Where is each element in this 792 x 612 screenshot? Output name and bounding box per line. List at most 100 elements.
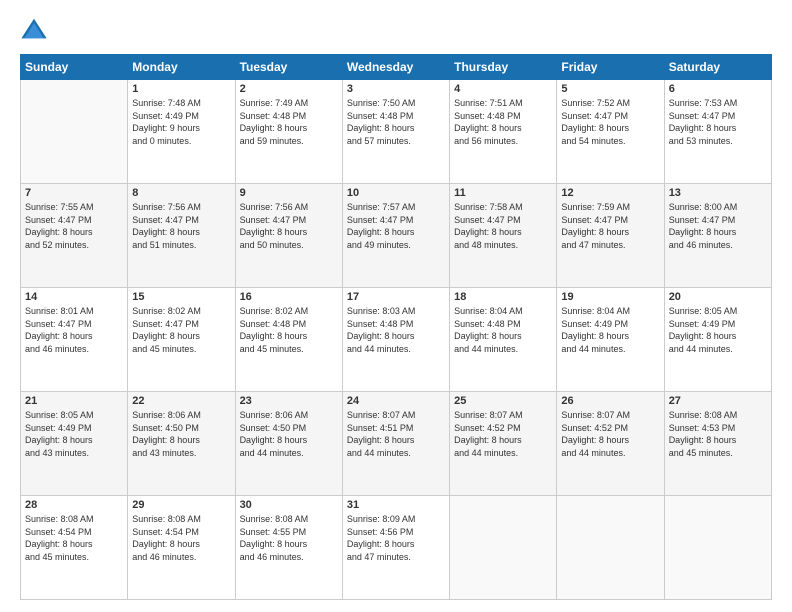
day-number: 31 <box>347 499 445 511</box>
calendar-cell <box>557 496 664 600</box>
calendar-header-sunday: Sunday <box>21 55 128 80</box>
day-info: Sunrise: 7:56 AM Sunset: 4:47 PM Dayligh… <box>132 201 230 251</box>
calendar-week-row: 14 Sunrise: 8:01 AM Sunset: 4:47 PM Dayli… <box>21 288 772 392</box>
calendar-header-thursday: Thursday <box>450 55 557 80</box>
calendar-header-row: SundayMondayTuesdayWednesdayThursdayFrid… <box>21 55 772 80</box>
calendar-cell: 25Sunrise: 8:07 AM Sunset: 4:52 PM Dayli… <box>450 392 557 496</box>
day-number: 3 <box>347 83 445 95</box>
day-number: 12 <box>561 187 659 199</box>
day-info: Sunrise: 8:07 AM Sunset: 4:51 PM Dayligh… <box>347 409 445 459</box>
day-info: Sunrise: 8:08 AM Sunset: 4:55 PM Dayligh… <box>240 513 338 563</box>
calendar-cell <box>664 496 771 600</box>
calendar-week-row: 1Sunrise: 7:48 AM Sunset: 4:49 PM Daylig… <box>21 80 772 184</box>
day-number: 10 <box>347 187 445 199</box>
day-info: Sunrise: 8:06 AM Sunset: 4:50 PM Dayligh… <box>240 409 338 459</box>
day-info: Sunrise: 8:08 AM Sunset: 4:54 PM Dayligh… <box>25 513 123 563</box>
calendar-cell: 15 Sunrise: 8:02 AM Sunset: 4:47 PM Dayli… <box>128 288 235 392</box>
calendar-cell: 6 Sunrise: 7:53 AM Sunset: 4:47 PM Daylig… <box>664 80 771 184</box>
day-number: 20 <box>669 291 767 303</box>
calendar-cell: 21Sunrise: 8:05 AM Sunset: 4:49 PM Dayli… <box>21 392 128 496</box>
day-number: 22 <box>132 395 230 407</box>
calendar-cell: 17 Sunrise: 8:03 AM Sunset: 4:48 PM Dayli… <box>342 288 449 392</box>
day-number: 11 <box>454 187 552 199</box>
day-info: Sunrise: 8:03 AM Sunset: 4:48 PM Dayligh… <box>347 305 445 355</box>
calendar-cell: 22 Sunrise: 8:06 AM Sunset: 4:50 PM Dayli… <box>128 392 235 496</box>
calendar-cell: 16Sunrise: 8:02 AM Sunset: 4:48 PM Dayli… <box>235 288 342 392</box>
day-info: Sunrise: 7:56 AM Sunset: 4:47 PM Dayligh… <box>240 201 338 251</box>
calendar-header-saturday: Saturday <box>664 55 771 80</box>
calendar-cell: 31 Sunrise: 8:09 AM Sunset: 4:56 PM Dayli… <box>342 496 449 600</box>
page: SundayMondayTuesdayWednesdayThursdayFrid… <box>0 0 792 612</box>
calendar-cell: 2Sunrise: 7:49 AM Sunset: 4:48 PM Daylig… <box>235 80 342 184</box>
day-number: 26 <box>561 395 659 407</box>
logo-icon <box>20 16 48 44</box>
day-number: 7 <box>25 187 123 199</box>
calendar-cell: 8 Sunrise: 7:56 AM Sunset: 4:47 PM Daylig… <box>128 184 235 288</box>
day-info: Sunrise: 8:05 AM Sunset: 4:49 PM Dayligh… <box>25 409 123 459</box>
day-info: Sunrise: 8:09 AM Sunset: 4:56 PM Dayligh… <box>347 513 445 563</box>
day-number: 8 <box>132 187 230 199</box>
day-number: 16 <box>240 291 338 303</box>
day-info: Sunrise: 8:05 AM Sunset: 4:49 PM Dayligh… <box>669 305 767 355</box>
day-info: Sunrise: 7:58 AM Sunset: 4:47 PM Dayligh… <box>454 201 552 251</box>
calendar-week-row: 7 Sunrise: 7:55 AM Sunset: 4:47 PM Daylig… <box>21 184 772 288</box>
calendar-cell: 7 Sunrise: 7:55 AM Sunset: 4:47 PM Daylig… <box>21 184 128 288</box>
day-info: Sunrise: 7:51 AM Sunset: 4:48 PM Dayligh… <box>454 97 552 147</box>
calendar-cell: 5 Sunrise: 7:52 AM Sunset: 4:47 PM Daylig… <box>557 80 664 184</box>
calendar-cell: 13 Sunrise: 8:00 AM Sunset: 4:47 PM Dayli… <box>664 184 771 288</box>
day-number: 9 <box>240 187 338 199</box>
day-info: Sunrise: 8:07 AM Sunset: 4:52 PM Dayligh… <box>561 409 659 459</box>
calendar-cell: 29 Sunrise: 8:08 AM Sunset: 4:54 PM Dayli… <box>128 496 235 600</box>
day-info: Sunrise: 8:08 AM Sunset: 4:53 PM Dayligh… <box>669 409 767 459</box>
day-info: Sunrise: 8:00 AM Sunset: 4:47 PM Dayligh… <box>669 201 767 251</box>
day-info: Sunrise: 8:02 AM Sunset: 4:47 PM Dayligh… <box>132 305 230 355</box>
day-number: 30 <box>240 499 338 511</box>
calendar-cell: 14 Sunrise: 8:01 AM Sunset: 4:47 PM Dayli… <box>21 288 128 392</box>
day-info: Sunrise: 8:08 AM Sunset: 4:54 PM Dayligh… <box>132 513 230 563</box>
day-number: 4 <box>454 83 552 95</box>
day-info: Sunrise: 7:59 AM Sunset: 4:47 PM Dayligh… <box>561 201 659 251</box>
calendar-cell: 28 Sunrise: 8:08 AM Sunset: 4:54 PM Dayli… <box>21 496 128 600</box>
day-number: 24 <box>347 395 445 407</box>
day-number: 14 <box>25 291 123 303</box>
calendar-cell: 24 Sunrise: 8:07 AM Sunset: 4:51 PM Dayli… <box>342 392 449 496</box>
calendar-week-row: 21Sunrise: 8:05 AM Sunset: 4:49 PM Dayli… <box>21 392 772 496</box>
calendar-header-tuesday: Tuesday <box>235 55 342 80</box>
calendar-cell: 1Sunrise: 7:48 AM Sunset: 4:49 PM Daylig… <box>128 80 235 184</box>
calendar-cell: 18 Sunrise: 8:04 AM Sunset: 4:48 PM Dayli… <box>450 288 557 392</box>
calendar-cell <box>21 80 128 184</box>
day-number: 28 <box>25 499 123 511</box>
day-number: 6 <box>669 83 767 95</box>
day-number: 29 <box>132 499 230 511</box>
day-number: 17 <box>347 291 445 303</box>
day-info: Sunrise: 7:50 AM Sunset: 4:48 PM Dayligh… <box>347 97 445 147</box>
calendar-cell: 9 Sunrise: 7:56 AM Sunset: 4:47 PM Daylig… <box>235 184 342 288</box>
day-info: Sunrise: 8:04 AM Sunset: 4:48 PM Dayligh… <box>454 305 552 355</box>
calendar-cell: 27Sunrise: 8:08 AM Sunset: 4:53 PM Dayli… <box>664 392 771 496</box>
day-info: Sunrise: 8:04 AM Sunset: 4:49 PM Dayligh… <box>561 305 659 355</box>
calendar-header-monday: Monday <box>128 55 235 80</box>
header <box>20 16 772 44</box>
day-number: 19 <box>561 291 659 303</box>
calendar-cell: 12 Sunrise: 7:59 AM Sunset: 4:47 PM Dayli… <box>557 184 664 288</box>
day-number: 15 <box>132 291 230 303</box>
day-number: 5 <box>561 83 659 95</box>
calendar-cell: 19 Sunrise: 8:04 AM Sunset: 4:49 PM Dayli… <box>557 288 664 392</box>
calendar-header-friday: Friday <box>557 55 664 80</box>
calendar-table: SundayMondayTuesdayWednesdayThursdayFrid… <box>20 54 772 600</box>
logo <box>20 16 52 44</box>
day-info: Sunrise: 7:53 AM Sunset: 4:47 PM Dayligh… <box>669 97 767 147</box>
day-info: Sunrise: 7:55 AM Sunset: 4:47 PM Dayligh… <box>25 201 123 251</box>
day-number: 25 <box>454 395 552 407</box>
calendar-cell: 30 Sunrise: 8:08 AM Sunset: 4:55 PM Dayli… <box>235 496 342 600</box>
day-number: 23 <box>240 395 338 407</box>
calendar-cell: 4 Sunrise: 7:51 AM Sunset: 4:48 PM Daylig… <box>450 80 557 184</box>
day-number: 13 <box>669 187 767 199</box>
day-info: Sunrise: 8:06 AM Sunset: 4:50 PM Dayligh… <box>132 409 230 459</box>
day-number: 18 <box>454 291 552 303</box>
calendar-week-row: 28 Sunrise: 8:08 AM Sunset: 4:54 PM Dayli… <box>21 496 772 600</box>
day-info: Sunrise: 7:52 AM Sunset: 4:47 PM Dayligh… <box>561 97 659 147</box>
day-info: Sunrise: 8:01 AM Sunset: 4:47 PM Dayligh… <box>25 305 123 355</box>
calendar-cell: 26 Sunrise: 8:07 AM Sunset: 4:52 PM Dayli… <box>557 392 664 496</box>
calendar-cell: 20 Sunrise: 8:05 AM Sunset: 4:49 PM Dayli… <box>664 288 771 392</box>
